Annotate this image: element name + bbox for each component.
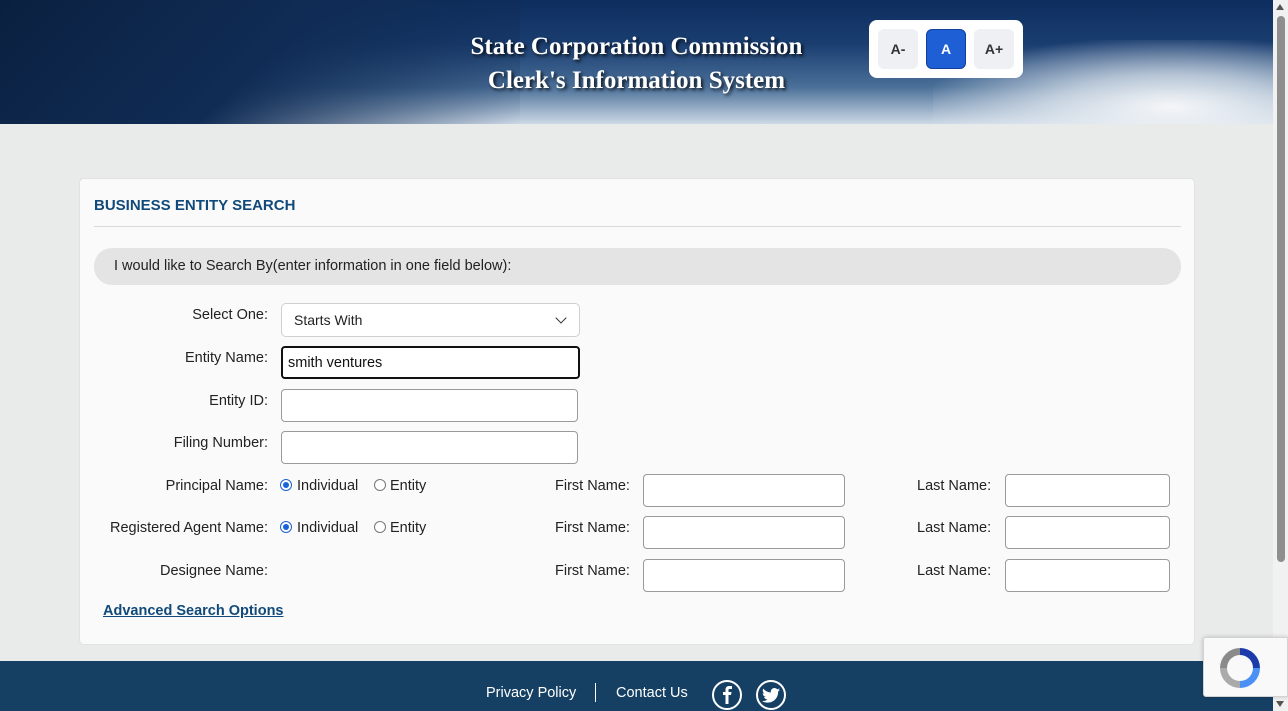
recaptcha-badge[interactable] [1203,637,1288,697]
principal-first-name-input[interactable] [643,474,845,507]
entity-name-label: Entity Name: [185,350,268,366]
advanced-search-link[interactable]: Advanced Search Options [103,603,284,619]
agent-entity-radio[interactable] [374,521,386,533]
site-title-line2: Clerk's Information System [487,67,786,94]
entity-id-input[interactable] [281,389,578,422]
font-increase-button[interactable]: A+ [974,29,1014,69]
principal-individual-label: Individual [297,478,359,494]
agent-entity-label: Entity [390,520,427,536]
entity-id-label: Entity ID: [209,393,268,409]
search-card: BUSINESS ENTITY SEARCH I would like to S… [79,178,1195,645]
principal-first-name-label: First Name: [555,478,630,494]
entity-name-input[interactable] [281,346,580,379]
agent-individual-radio[interactable] [280,521,292,533]
site-title-line1: State Corporation Commission [470,33,803,60]
agent-first-name-label: First Name: [555,520,630,536]
designee-first-name-input[interactable] [643,559,845,592]
agent-first-name-input[interactable] [643,516,845,549]
twitter-icon[interactable] [756,680,786,710]
principal-last-name-input[interactable] [1005,474,1170,507]
page-scrollbar[interactable] [1273,0,1288,711]
designee-first-name-label: First Name: [555,563,630,579]
form-title: BUSINESS ENTITY SEARCH [94,197,296,214]
chevron-down-icon [555,312,567,324]
title-divider [94,226,1181,227]
registered-agent-label: Registered Agent Name: [110,520,268,536]
agent-last-name-input[interactable] [1005,516,1170,549]
privacy-policy-link[interactable]: Privacy Policy [486,685,576,701]
font-decrease-button[interactable]: A- [878,29,918,69]
designee-name-label: Designee Name: [160,563,268,579]
recaptcha-icon [1220,648,1260,688]
font-normal-button[interactable]: A [926,29,966,69]
filing-number-input[interactable] [281,431,578,464]
designee-last-name-input[interactable] [1005,559,1170,592]
font-size-controls: A- A A+ [869,20,1023,78]
page-header: State Corporation Commission Clerk's Inf… [0,0,1273,124]
page-footer: Privacy Policy Contact Us [0,661,1273,711]
designee-last-name-label: Last Name: [917,563,992,579]
match-type-value: Starts With [294,312,363,328]
agent-individual-label: Individual [297,520,359,536]
search-by-instructions: I would like to Search By(enter informat… [94,248,1181,285]
filing-number-label: Filing Number: [173,435,268,451]
scroll-up-icon[interactable] [1276,4,1284,10]
scroll-down-icon[interactable] [1276,701,1284,707]
scroll-thumb[interactable] [1277,16,1285,562]
contact-us-link[interactable]: Contact Us [616,685,688,701]
principal-entity-radio[interactable] [374,479,386,491]
principal-entity-label: Entity [390,478,427,494]
select-one-label: Select One: [192,307,268,323]
match-type-select[interactable]: Starts With [281,303,580,337]
footer-separator [595,683,596,702]
agent-last-name-label: Last Name: [917,520,992,536]
principal-last-name-label: Last Name: [917,478,992,494]
principal-individual-radio[interactable] [280,479,292,491]
principal-name-label: Principal Name: [165,478,268,494]
facebook-icon[interactable] [712,680,742,710]
